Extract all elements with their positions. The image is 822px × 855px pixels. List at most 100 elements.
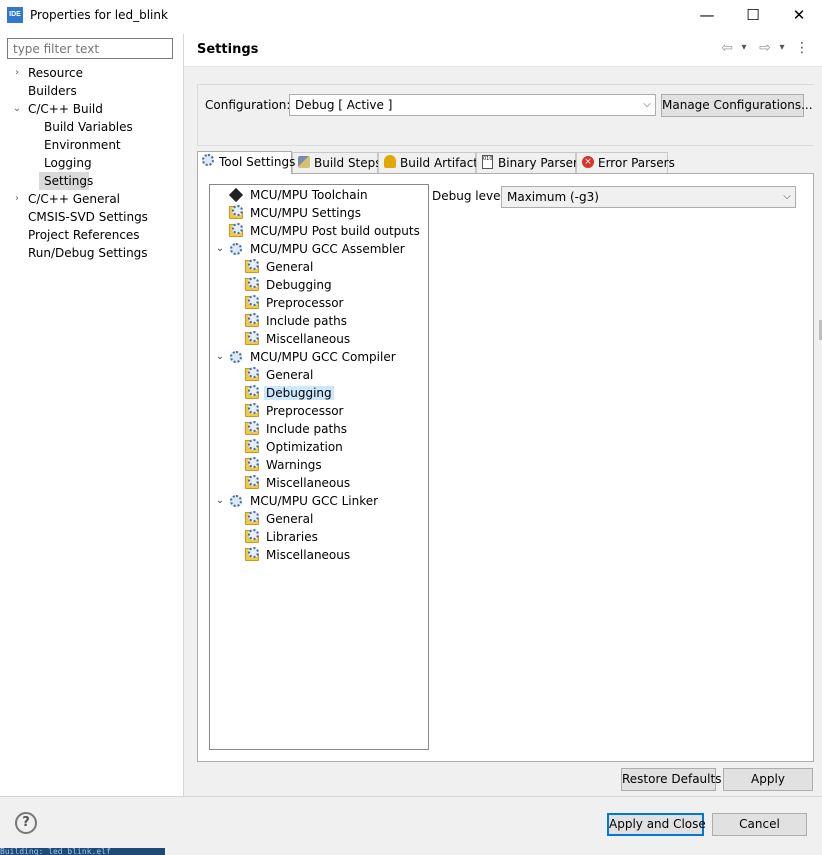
tree-item[interactable]: Debugging [264, 384, 334, 402]
build-artifact-icon [383, 155, 397, 169]
tree-item[interactable]: General [266, 366, 313, 384]
tree-item-label: Warnings [266, 458, 322, 472]
chevron-down-icon[interactable]: ⌄ [11, 100, 23, 118]
tree-item[interactable]: General [266, 510, 313, 528]
filter-input[interactable] [7, 38, 173, 59]
back-dropdown-icon[interactable]: ▾ [738, 40, 750, 56]
maximize-button[interactable]: ☐ [730, 0, 776, 31]
gear-icon [229, 494, 244, 508]
tree-item-label: Include paths [266, 314, 348, 328]
tree-item-label: MCU/MPU Settings [250, 206, 361, 220]
tree-item-label: Debugging [266, 278, 332, 292]
sidebar-item[interactable]: Build Variables [44, 118, 133, 136]
tree-item[interactable]: Include paths [266, 312, 347, 330]
sidebar-item[interactable]: Builders [28, 82, 77, 100]
sidebar-item[interactable]: C/C++ General [28, 190, 120, 208]
tree-item[interactable]: Miscellaneous [266, 330, 350, 348]
sidebar-item[interactable]: Resource [28, 64, 83, 82]
debug-level-label: Debug level [432, 189, 504, 203]
sidebar-item[interactable]: Project References [28, 226, 140, 244]
tab-tool-settings[interactable]: Tool Settings [197, 151, 295, 174]
tree-item[interactable]: Libraries [266, 528, 318, 546]
settings-folder-icon [245, 313, 260, 328]
back-icon[interactable]: ⇦ [718, 40, 736, 56]
chevron-down-icon[interactable]: ⌄ [215, 240, 225, 258]
tree-item[interactable]: MCU/MPU GCC Linker [250, 492, 378, 510]
sidebar-item[interactable]: C/C++ Build [28, 100, 103, 118]
forward-icon[interactable]: ⇨ [756, 40, 774, 56]
chip-icon [228, 187, 244, 203]
tree-item-label: Debugging [264, 386, 334, 400]
tree-item-label: Miscellaneous [266, 476, 351, 490]
tree-item-label: Preprocessor [266, 404, 344, 418]
settings-folder-icon [229, 205, 244, 220]
tree-item-label: MCU/MPU GCC Linker [250, 494, 379, 508]
view-menu-icon[interactable]: ⋮ [795, 40, 809, 56]
tree-item[interactable]: Debugging [266, 276, 332, 294]
tree-item[interactable]: Preprocessor [266, 402, 343, 420]
tab-build-artifact[interactable]: Build Artifact [378, 152, 478, 173]
error-parsers-icon: × [581, 155, 595, 169]
sidebar-item[interactable]: Settings [44, 172, 93, 190]
header-separator [184, 66, 822, 67]
tree-item[interactable]: MCU/MPU GCC Compiler [250, 348, 396, 366]
tree-item-label: Include paths [266, 422, 348, 436]
build-steps-icon [297, 155, 311, 169]
configuration-select[interactable]: Debug [ Active ] [289, 94, 656, 116]
tree-item[interactable]: Miscellaneous [266, 546, 350, 564]
page-title: Settings [197, 42, 259, 57]
settings-folder-icon [245, 475, 260, 490]
apply-and-close-button[interactable]: Apply and Close [607, 813, 706, 836]
tree-item-label: MCU/MPU GCC Assembler [250, 242, 405, 256]
settings-folder-icon [245, 277, 260, 292]
tree-item-label: Miscellaneous [266, 332, 351, 346]
tree-item-label: MCU/MPU Post build outputs [250, 224, 420, 238]
configuration-label: Configuration: [205, 98, 291, 112]
tree-item-label: Libraries [266, 530, 318, 544]
tree-item[interactable]: MCU/MPU Toolchain [250, 186, 368, 204]
tree-item[interactable]: Optimization [266, 438, 343, 456]
app-icon: IDE [7, 7, 23, 23]
settings-folder-icon [229, 223, 244, 238]
sidebar-item[interactable]: Logging [44, 154, 92, 172]
debug-level-select[interactable]: Maximum (-g3) [501, 186, 796, 208]
chevron-down-icon[interactable]: ⌄ [215, 492, 225, 510]
tree-item[interactable]: MCU/MPU GCC Assembler [250, 240, 405, 258]
manage-configurations-button[interactable]: Manage Configurations... [661, 94, 813, 117]
forward-dropdown-icon[interactable]: ▾ [776, 40, 788, 56]
tree-item-label: Miscellaneous [266, 548, 351, 562]
background-console-strip: Building: led_blink.elf [0, 848, 165, 855]
settings-folder-icon [245, 385, 260, 400]
help-icon[interactable]: ? [15, 812, 37, 834]
tree-item[interactable]: General [266, 258, 313, 276]
tab-label: Build Artifact [400, 156, 478, 170]
apply-button[interactable]: Apply [723, 768, 813, 791]
tree-item[interactable]: Preprocessor [266, 294, 343, 312]
tree-item[interactable]: MCU/MPU Post build outputs [250, 222, 420, 240]
gear-icon [229, 350, 244, 364]
minimize-button[interactable]: — [684, 0, 730, 31]
restore-defaults-button[interactable]: Restore Defaults [621, 768, 721, 791]
tree-item[interactable]: Warnings [266, 456, 322, 474]
chevron-down-icon: ⌵ [783, 191, 791, 202]
cancel-button[interactable]: Cancel [712, 813, 807, 836]
sidebar-item[interactable]: Run/Debug Settings [28, 244, 148, 262]
tree-item[interactable]: Miscellaneous [266, 474, 350, 492]
tree-item[interactable]: Include paths [266, 420, 347, 438]
settings-folder-icon [245, 511, 260, 526]
sidebar-item[interactable]: Environment [44, 136, 121, 154]
tree-item[interactable]: MCU/MPU Settings [250, 204, 361, 222]
close-button[interactable]: ✕ [776, 0, 822, 31]
tab-binary-parsers[interactable]: 010 Binary Parsers [476, 152, 584, 173]
tab-error-parsers[interactable]: × Error Parsers [576, 152, 675, 173]
binary-parsers-icon: 010 [481, 155, 495, 169]
tab-label: Error Parsers [598, 156, 675, 170]
tab-label: Build Steps [314, 156, 382, 170]
tab-build-steps[interactable]: Build Steps [292, 152, 382, 173]
chevron-right-icon[interactable]: › [11, 190, 23, 208]
settings-folder-icon [245, 439, 260, 454]
chevron-down-icon[interactable]: ⌄ [215, 348, 225, 366]
chevron-right-icon[interactable]: › [11, 64, 23, 82]
tree-item-label: Preprocessor [266, 296, 344, 310]
sidebar-item[interactable]: CMSIS-SVD Settings [28, 208, 148, 226]
